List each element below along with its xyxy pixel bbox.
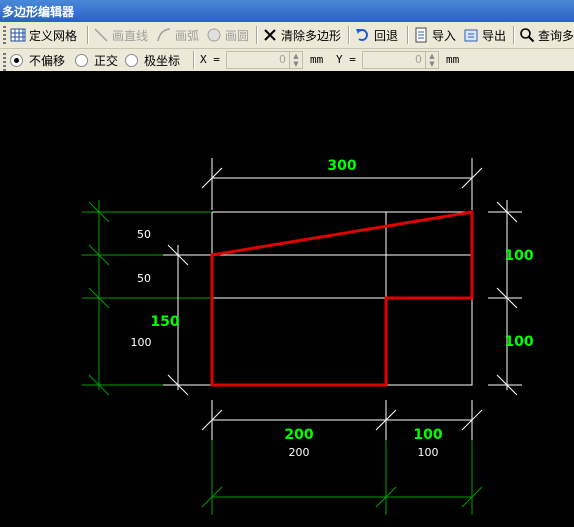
export-icon [464, 29, 478, 42]
arc-icon [157, 28, 171, 42]
left-inner-dimension-label: 150 [150, 314, 179, 330]
toolbar-separator [256, 26, 258, 44]
mode-orthogonal-radio[interactable]: 正交 [75, 53, 119, 68]
draw-arc-button[interactable]: 画弧 [156, 25, 199, 45]
bottom-dimension-label: 100 [413, 427, 442, 443]
bottom-dimension-value: 100 [418, 446, 439, 459]
define-grid-button[interactable]: 定义网格 [10, 25, 77, 45]
draw-line-button[interactable]: 画直线 [93, 25, 148, 45]
x-coordinate-spinner[interactable]: 0 ▲ ▼ [226, 51, 303, 69]
mode-polar-label: 极坐标 [144, 53, 181, 68]
query-label: 查询多 [538, 28, 574, 43]
export-label: 导出 [482, 28, 507, 43]
options-separator [193, 51, 195, 69]
export-button[interactable]: 导出 [463, 25, 506, 45]
toolbar-separator [348, 26, 350, 44]
right-dimension [488, 200, 522, 396]
draw-arc-label: 画弧 [175, 28, 200, 43]
toolbar-separator [87, 26, 89, 44]
title-bar: 多边形编辑器 [0, 0, 574, 22]
clear-polygon-button[interactable]: 清除多边形 [262, 25, 341, 45]
radio-selected-indicator [10, 53, 23, 67]
line-icon [94, 28, 108, 42]
x-unit: mm [310, 53, 324, 66]
undo-button[interactable]: 回退 [355, 25, 398, 45]
y-unit: mm [446, 53, 460, 66]
drawing-canvas[interactable]: 300 100 100 200 100 200 100 50 50 150 10… [0, 72, 574, 523]
left-outer-value: 50 [137, 228, 151, 241]
spinner-arrows[interactable]: ▲ ▼ [425, 52, 438, 68]
options-bar: 不偏移 正交 极坐标 X = 0 ▲ ▼ mm Y = 0 ▲ ▼ mm [0, 49, 574, 71]
radio-indicator [75, 53, 88, 67]
query-button[interactable]: 查询多 [519, 25, 574, 45]
left-outer-value: 50 [137, 272, 151, 285]
right-dimension-label: 100 [504, 248, 533, 264]
import-button[interactable]: 导入 [413, 25, 456, 45]
clear-icon [264, 29, 276, 41]
bottom-dimension-value: 200 [289, 446, 310, 459]
clear-polygon-label: 清除多边形 [281, 28, 342, 43]
top-dimension-label: 300 [327, 158, 356, 174]
define-grid-label: 定义网格 [29, 28, 78, 43]
left-inner-dimension-value: 100 [131, 336, 152, 349]
import-label: 导入 [432, 28, 457, 43]
y-coordinate-spinner[interactable]: 0 ▲ ▼ [362, 51, 439, 69]
radio-indicator [125, 53, 138, 67]
undo-label: 回退 [374, 28, 399, 43]
mode-polar-radio[interactable]: 极坐标 [125, 53, 181, 68]
bottom-dimension-label: 200 [284, 427, 313, 443]
undo-icon [356, 29, 368, 41]
options-grip[interactable] [3, 53, 6, 71]
search-icon [520, 28, 535, 43]
x-value: 0 [279, 53, 286, 66]
draw-line-label: 画直线 [112, 28, 149, 43]
mode-orthogonal-label: 正交 [94, 53, 119, 68]
window-title: 多边形编辑器 [2, 5, 75, 19]
mode-no-offset-radio[interactable]: 不偏移 [10, 53, 66, 68]
right-dimension-label: 100 [504, 334, 533, 350]
toolbar-grip[interactable] [3, 26, 6, 44]
circle-icon [207, 28, 221, 42]
bottom-dimension-green [201, 440, 483, 515]
draw-circle-label: 画圆 [225, 28, 250, 43]
y-label: Y = [336, 53, 356, 66]
spinner-arrows[interactable]: ▲ ▼ [289, 52, 302, 68]
y-value: 0 [415, 53, 422, 66]
drawing-svg[interactable]: 300 100 100 200 100 200 100 50 50 150 10… [0, 72, 574, 523]
grid-icon [10, 28, 26, 42]
x-label: X = [200, 53, 220, 66]
draw-circle-button[interactable]: 画圆 [206, 25, 249, 45]
toolbar-separator [513, 26, 515, 44]
mode-no-offset-label: 不偏移 [29, 53, 66, 68]
toolbar-separator [407, 26, 409, 44]
main-toolbar: 定义网格 画直线 画弧 画圆 清除多边形 回退 导入 导出 查询多 [0, 22, 574, 49]
import-icon [415, 27, 427, 43]
